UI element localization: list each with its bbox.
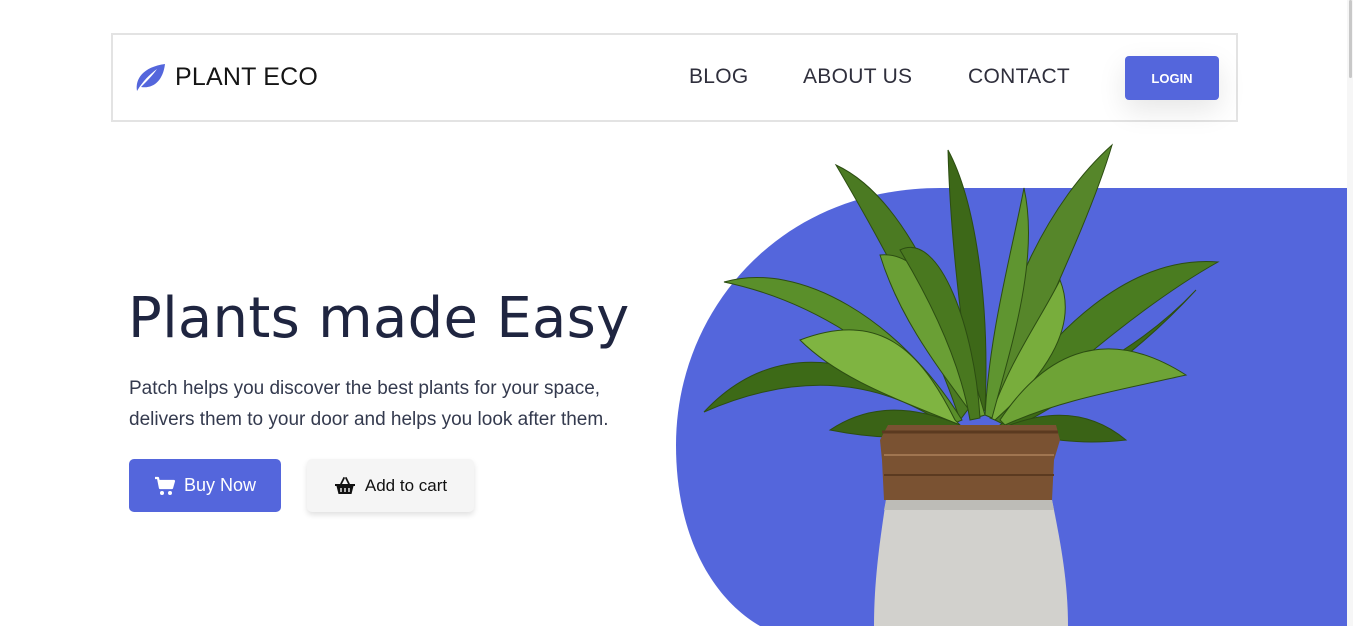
hero-description: Patch helps you discover the best plants… — [129, 378, 609, 430]
buy-now-label: Buy Now — [183, 475, 257, 495]
add-to-cart-label: Add to cart — [364, 475, 448, 495]
basket-icon — [334, 476, 355, 494]
nav-link-contact[interactable]: CONTACT — [968, 65, 1070, 89]
page-scrollbar[interactable] — [1347, 0, 1353, 626]
plant-pot — [874, 425, 1068, 626]
brand-name: PLANT ECO — [175, 62, 319, 91]
navbar: PLANT ECO BLOG ABOUT US CONTACT LOGIN — [111, 33, 1238, 122]
buy-now-button[interactable]: Buy Now — [129, 459, 281, 512]
brand-logo[interactable]: PLANT ECO — [131, 61, 318, 93]
cart-icon — [154, 476, 176, 495]
add-to-cart-button[interactable]: Add to cart — [307, 459, 474, 512]
leaf-icon — [136, 64, 165, 91]
nav-link-about-us[interactable]: ABOUT US — [803, 65, 912, 89]
nav-link-blog[interactable]: BLOG — [689, 65, 749, 89]
landing-page: PLANT ECO BLOG ABOUT US CONTACT LOGIN Pl… — [0, 0, 1353, 626]
hero-title: Plants made Easy — [128, 286, 630, 351]
scrollbar-thumb[interactable] — [1349, 0, 1352, 78]
login-button[interactable]: LOGIN — [1125, 56, 1219, 100]
